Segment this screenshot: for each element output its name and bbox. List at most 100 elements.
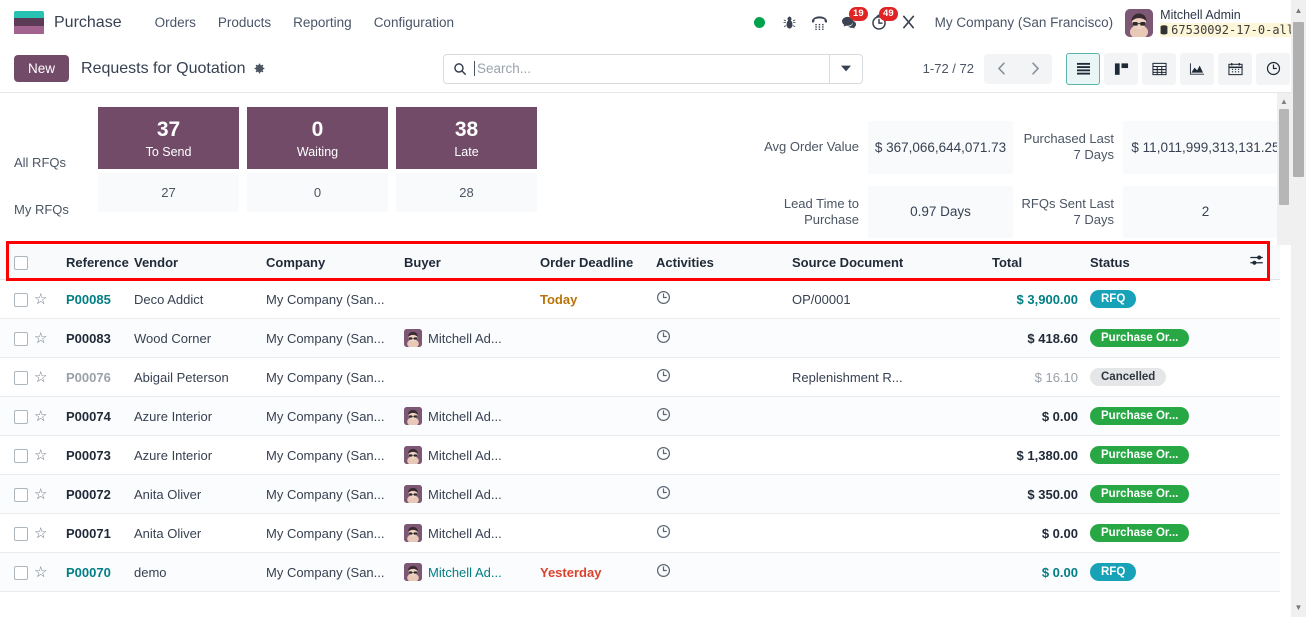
table-row[interactable]: ☆ P00073 Azure Interior My Company (San... M… <box>0 435 1280 475</box>
cell-buyer[interactable] <box>404 357 540 397</box>
metric-value-avg-order-value[interactable]: $ 367,066,644,071.73 <box>868 121 1013 174</box>
cell-vendor[interactable]: Wood Corner <box>134 318 266 358</box>
favorite-star-icon[interactable]: ☆ <box>34 408 47 425</box>
cell-total[interactable]: $ 418.60 <box>992 318 1090 358</box>
table-row[interactable]: ☆ P00076 Abigail Peterson My Company (San..… <box>0 357 1280 397</box>
reference-value[interactable]: P00083 <box>66 331 111 346</box>
kanban-view-button[interactable] <box>1104 52 1138 85</box>
table-row[interactable]: ☆ P00074 Azure Interior My Company (San... M… <box>0 396 1280 436</box>
table-row[interactable]: ☆ P00083 Wood Corner My Company (San... Mitc… <box>0 318 1280 358</box>
kpi-my-waiting[interactable]: 0 <box>247 173 388 213</box>
cell-order-deadline[interactable] <box>540 318 656 358</box>
cell-reference[interactable]: P00083 <box>66 318 134 358</box>
cell-vendor[interactable]: Deco Addict <box>134 279 266 319</box>
status-badge[interactable]: RFQ <box>1090 290 1137 308</box>
select-all-checkbox[interactable] <box>14 255 28 270</box>
cell-activities[interactable] <box>656 318 792 358</box>
user-menu[interactable]: Mitchell Admin 67530092-17-0-all <box>1125 8 1294 38</box>
status-badge[interactable]: Purchase Or... <box>1090 524 1190 542</box>
cell-status[interactable]: Purchase Or... <box>1090 435 1250 475</box>
cell-source-document[interactable] <box>792 474 992 514</box>
dashboard-scroll-up-icon[interactable]: ▲ <box>1277 94 1291 108</box>
cell-buyer[interactable] <box>404 279 540 319</box>
pager-counter[interactable]: 1-72 / 72 <box>923 61 974 76</box>
page-scroll-up-icon[interactable]: ▲ <box>1291 2 1306 18</box>
cell-source-document[interactable]: Replenishment R... <box>792 357 992 397</box>
row-checkbox[interactable] <box>14 370 28 385</box>
cell-status[interactable]: Cancelled <box>1090 357 1250 397</box>
list-view-button[interactable] <box>1066 52 1100 85</box>
table-row[interactable]: ☆ P00072 Anita Oliver My Company (San... Mit… <box>0 474 1280 514</box>
reference-value[interactable]: P00076 <box>66 370 111 385</box>
cell-total[interactable]: $ 0.00 <box>992 513 1090 553</box>
cell-buyer[interactable]: Mitchell Ad... <box>404 474 540 514</box>
row-checkbox[interactable] <box>14 565 28 580</box>
new-button[interactable]: New <box>14 55 70 82</box>
table-row[interactable]: ☆ P00085 Deco Addict My Company (San... Toda… <box>0 279 1280 319</box>
cell-status[interactable]: RFQ <box>1090 279 1250 319</box>
cell-company[interactable]: My Company (San... <box>266 279 404 319</box>
cell-total[interactable]: $ 350.00 <box>992 474 1090 514</box>
cell-status[interactable]: Purchase Or... <box>1090 396 1250 436</box>
cell-reference[interactable]: P00070 <box>66 552 134 592</box>
reference-value[interactable]: P00074 <box>66 409 111 424</box>
cell-buyer[interactable]: Mitchell Ad... <box>404 513 540 553</box>
status-badge[interactable]: Purchase Or... <box>1090 446 1190 464</box>
menu-item-orders[interactable]: Orders <box>144 10 207 35</box>
header-total[interactable]: Total <box>992 245 1090 280</box>
cell-buyer[interactable]: Mitchell Ad... <box>404 435 540 475</box>
cell-status[interactable]: Purchase Or... <box>1090 318 1250 358</box>
kpi-my-late[interactable]: 28 <box>396 173 537 213</box>
header-buyer[interactable]: Buyer <box>404 245 540 280</box>
graph-view-button[interactable] <box>1180 52 1214 85</box>
row-checkbox[interactable] <box>14 331 28 346</box>
cell-source-document[interactable] <box>792 435 992 475</box>
menu-item-products[interactable]: Products <box>207 10 282 35</box>
menu-item-reporting[interactable]: Reporting <box>282 10 363 35</box>
row-checkbox[interactable] <box>14 526 28 541</box>
status-badge[interactable]: Purchase Or... <box>1090 407 1190 425</box>
kpi-all-waiting[interactable]: 0 Waiting <box>247 107 388 170</box>
reference-value[interactable]: P00071 <box>66 526 111 541</box>
favorite-star-icon[interactable]: ☆ <box>34 525 47 542</box>
cell-total[interactable]: $ 16.10 <box>992 357 1090 397</box>
header-company[interactable]: Company <box>266 245 404 280</box>
cell-order-deadline[interactable] <box>540 513 656 553</box>
cell-reference[interactable]: P00072 <box>66 474 134 514</box>
header-reference[interactable]: Reference <box>66 245 134 280</box>
cell-activities[interactable] <box>656 357 792 397</box>
column-options-icon[interactable] <box>1250 245 1280 280</box>
cell-vendor[interactable]: Anita Oliver <box>134 474 266 514</box>
table-row[interactable]: ☆ P00071 Anita Oliver My Company (San... Mit… <box>0 513 1280 553</box>
company-switcher[interactable]: My Company (San Francisco) <box>935 15 1114 30</box>
cell-activities[interactable] <box>656 552 792 592</box>
activity-view-button[interactable] <box>1256 52 1290 85</box>
page-scroll-down-icon[interactable]: ▼ <box>1291 599 1306 615</box>
status-badge[interactable]: Purchase Or... <box>1090 485 1190 503</box>
row-checkbox[interactable] <box>14 487 28 502</box>
row-checkbox[interactable] <box>14 448 28 463</box>
odoo-logo[interactable] <box>14 10 44 35</box>
metric-value-purchased-last-7-days[interactable]: $ 11,011,999,313,131.25 <box>1123 121 1288 174</box>
settings-tools-icon[interactable] <box>895 8 925 38</box>
cell-order-deadline[interactable]: Yesterday <box>540 552 656 592</box>
favorite-star-icon[interactable]: ☆ <box>34 486 47 503</box>
cell-status[interactable]: RFQ <box>1090 552 1250 592</box>
favorite-star-icon[interactable]: ☆ <box>34 447 47 464</box>
cell-activities[interactable] <box>656 435 792 475</box>
cell-reference[interactable]: P00085 <box>66 279 134 319</box>
cell-company[interactable]: My Company (San... <box>266 435 404 475</box>
kpi-all-to-send[interactable]: 37 To Send <box>98 107 239 170</box>
cell-source-document[interactable] <box>792 552 992 592</box>
cell-vendor[interactable]: Abigail Peterson <box>134 357 266 397</box>
cell-total[interactable]: $ 0.00 <box>992 396 1090 436</box>
cell-source-document[interactable]: OP/00001 <box>792 279 992 319</box>
cell-activities[interactable] <box>656 513 792 553</box>
dashboard-scrollbar-strip[interactable]: ▲ <box>1277 93 1291 245</box>
cell-company[interactable]: My Company (San... <box>266 474 404 514</box>
page-vertical-scrollbar[interactable]: ▲ ▼ <box>1291 0 1306 617</box>
bug-icon[interactable] <box>775 8 805 38</box>
reference-value[interactable]: P00072 <box>66 487 111 502</box>
gear-icon[interactable] <box>253 62 266 75</box>
reference-value[interactable]: P00085 <box>66 292 111 307</box>
